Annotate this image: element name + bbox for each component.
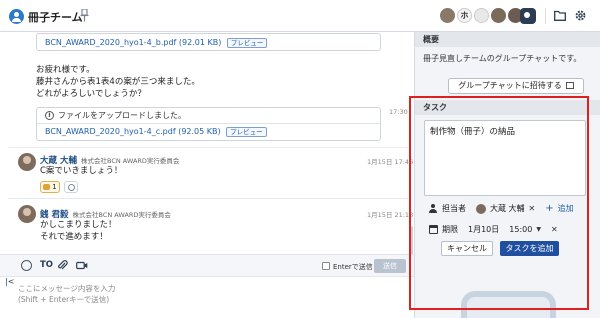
collapse-icon[interactable]: |< — [5, 277, 14, 286]
upload-notice-header: i ファイルをアップロードしました。 — [37, 108, 380, 124]
paperclip-icon[interactable] — [57, 260, 68, 271]
avatar[interactable] — [18, 205, 36, 223]
preview-button[interactable]: プレビュー — [226, 38, 268, 48]
send-button[interactable]: 送信 — [374, 259, 406, 273]
room-avatar-icon[interactable] — [9, 9, 24, 24]
task-highlight-frame — [409, 96, 589, 310]
file-upload-notice: i ファイルをアップロードしました。 BCN_AWARD_2020_hyo1-4… — [36, 107, 381, 141]
message-line: かしこまりました！ — [40, 220, 117, 230]
reaction-icon — [43, 184, 51, 190]
reaction-badge[interactable]: 1 — [40, 181, 60, 193]
file-size: (92.05 KB) — [178, 127, 221, 136]
member-avatar[interactable] — [440, 8, 455, 23]
enter-to-send-checkbox[interactable] — [322, 262, 330, 270]
message-body: お疲れ様です。 藤井さんから表1表4の案が三つ来ました。 どれがよろしいでしょう… — [36, 64, 200, 100]
member-avatar[interactable]: ホ — [457, 8, 472, 23]
invite-to-group-button[interactable]: グループチャットに招待する — [448, 78, 584, 94]
preview-button[interactable]: プレビュー — [226, 127, 267, 137]
pin-icon[interactable] — [80, 9, 89, 22]
avatar[interactable] — [18, 153, 36, 171]
folder-icon[interactable] — [554, 10, 566, 21]
sender-org: 株式会社BCN AWARD実行委員会 — [80, 157, 180, 165]
invite-label: グループチャットに招待する — [458, 81, 562, 90]
reaction-count: 1 — [52, 183, 57, 191]
message-timestamp: 1月15日 21:13 — [367, 211, 414, 219]
message-body: C案でいきましょう！ — [40, 166, 123, 176]
message-composer[interactable]: |< ここにメッセージ内容を入力 (Shift + Enterキーで送信) — [0, 276, 415, 318]
message-timeline: BCN_AWARD_2020_hyo1-4_b.pdf (92.01 KB) プ… — [0, 32, 415, 254]
message-timestamp: 17:30 — [389, 108, 408, 116]
room-title[interactable]: 冊子チーム — [28, 9, 83, 25]
file-size: (92.01 KB) — [178, 38, 222, 47]
message-line: どれがよろしいでしょうか？ — [36, 89, 146, 99]
message-timestamp: 1月15日 17:46 — [367, 158, 414, 166]
sender-org: 株式会社BCN AWARD実行委員会 — [72, 211, 171, 219]
message-body: かしこまりました！ それで進めます！ — [40, 219, 117, 243]
external-link-icon — [565, 82, 574, 89]
member-list[interactable]: ホ — [440, 8, 523, 24]
file-attachment: BCN_AWARD_2020_hyo1-4_b.pdf (92.01 KB) プ… — [36, 33, 381, 51]
room-header: 冊子チーム ホ — [0, 0, 600, 32]
header-divider — [545, 8, 546, 24]
file-link[interactable]: BCN_AWARD_2020_hyo1-4_b.pdf — [45, 38, 176, 47]
video-call-icon[interactable] — [76, 260, 88, 271]
overview-heading: 概要 — [415, 32, 600, 47]
composer-toolbar: TO Enterで送信 送信 — [0, 254, 415, 276]
message-line: それで進めます！ — [40, 232, 108, 242]
enter-to-send-label[interactable]: Enterで送信 — [333, 262, 373, 272]
message-line: お疲れ様です。 — [36, 65, 95, 75]
file-link[interactable]: BCN_AWARD_2020_hyo1-4_c.pdf — [45, 127, 176, 136]
add-reaction-button[interactable] — [64, 181, 78, 193]
to-button[interactable]: TO — [40, 260, 53, 271]
overview-text: 冊子見直しチームのグループチャットです。 — [423, 54, 582, 63]
message-divider — [8, 198, 408, 199]
gear-icon[interactable] — [574, 9, 587, 22]
upload-notice-text: ファイルをアップロードしました。 — [58, 111, 186, 120]
member-settings-icon[interactable] — [520, 8, 536, 24]
message-line: 藤井さんから表1表4の案が三つ来ました。 — [36, 77, 200, 87]
info-icon: i — [45, 111, 54, 120]
emoji-icon[interactable] — [21, 260, 32, 271]
message-divider — [8, 147, 408, 148]
file-attachment: BCN_AWARD_2020_hyo1-4_c.pdf (92.05 KB) プ… — [37, 124, 380, 140]
member-avatar[interactable] — [491, 8, 506, 23]
message-input[interactable]: ここにメッセージ内容を入力 (Shift + Enterキーで送信) — [18, 283, 115, 305]
member-avatar[interactable] — [474, 8, 489, 23]
